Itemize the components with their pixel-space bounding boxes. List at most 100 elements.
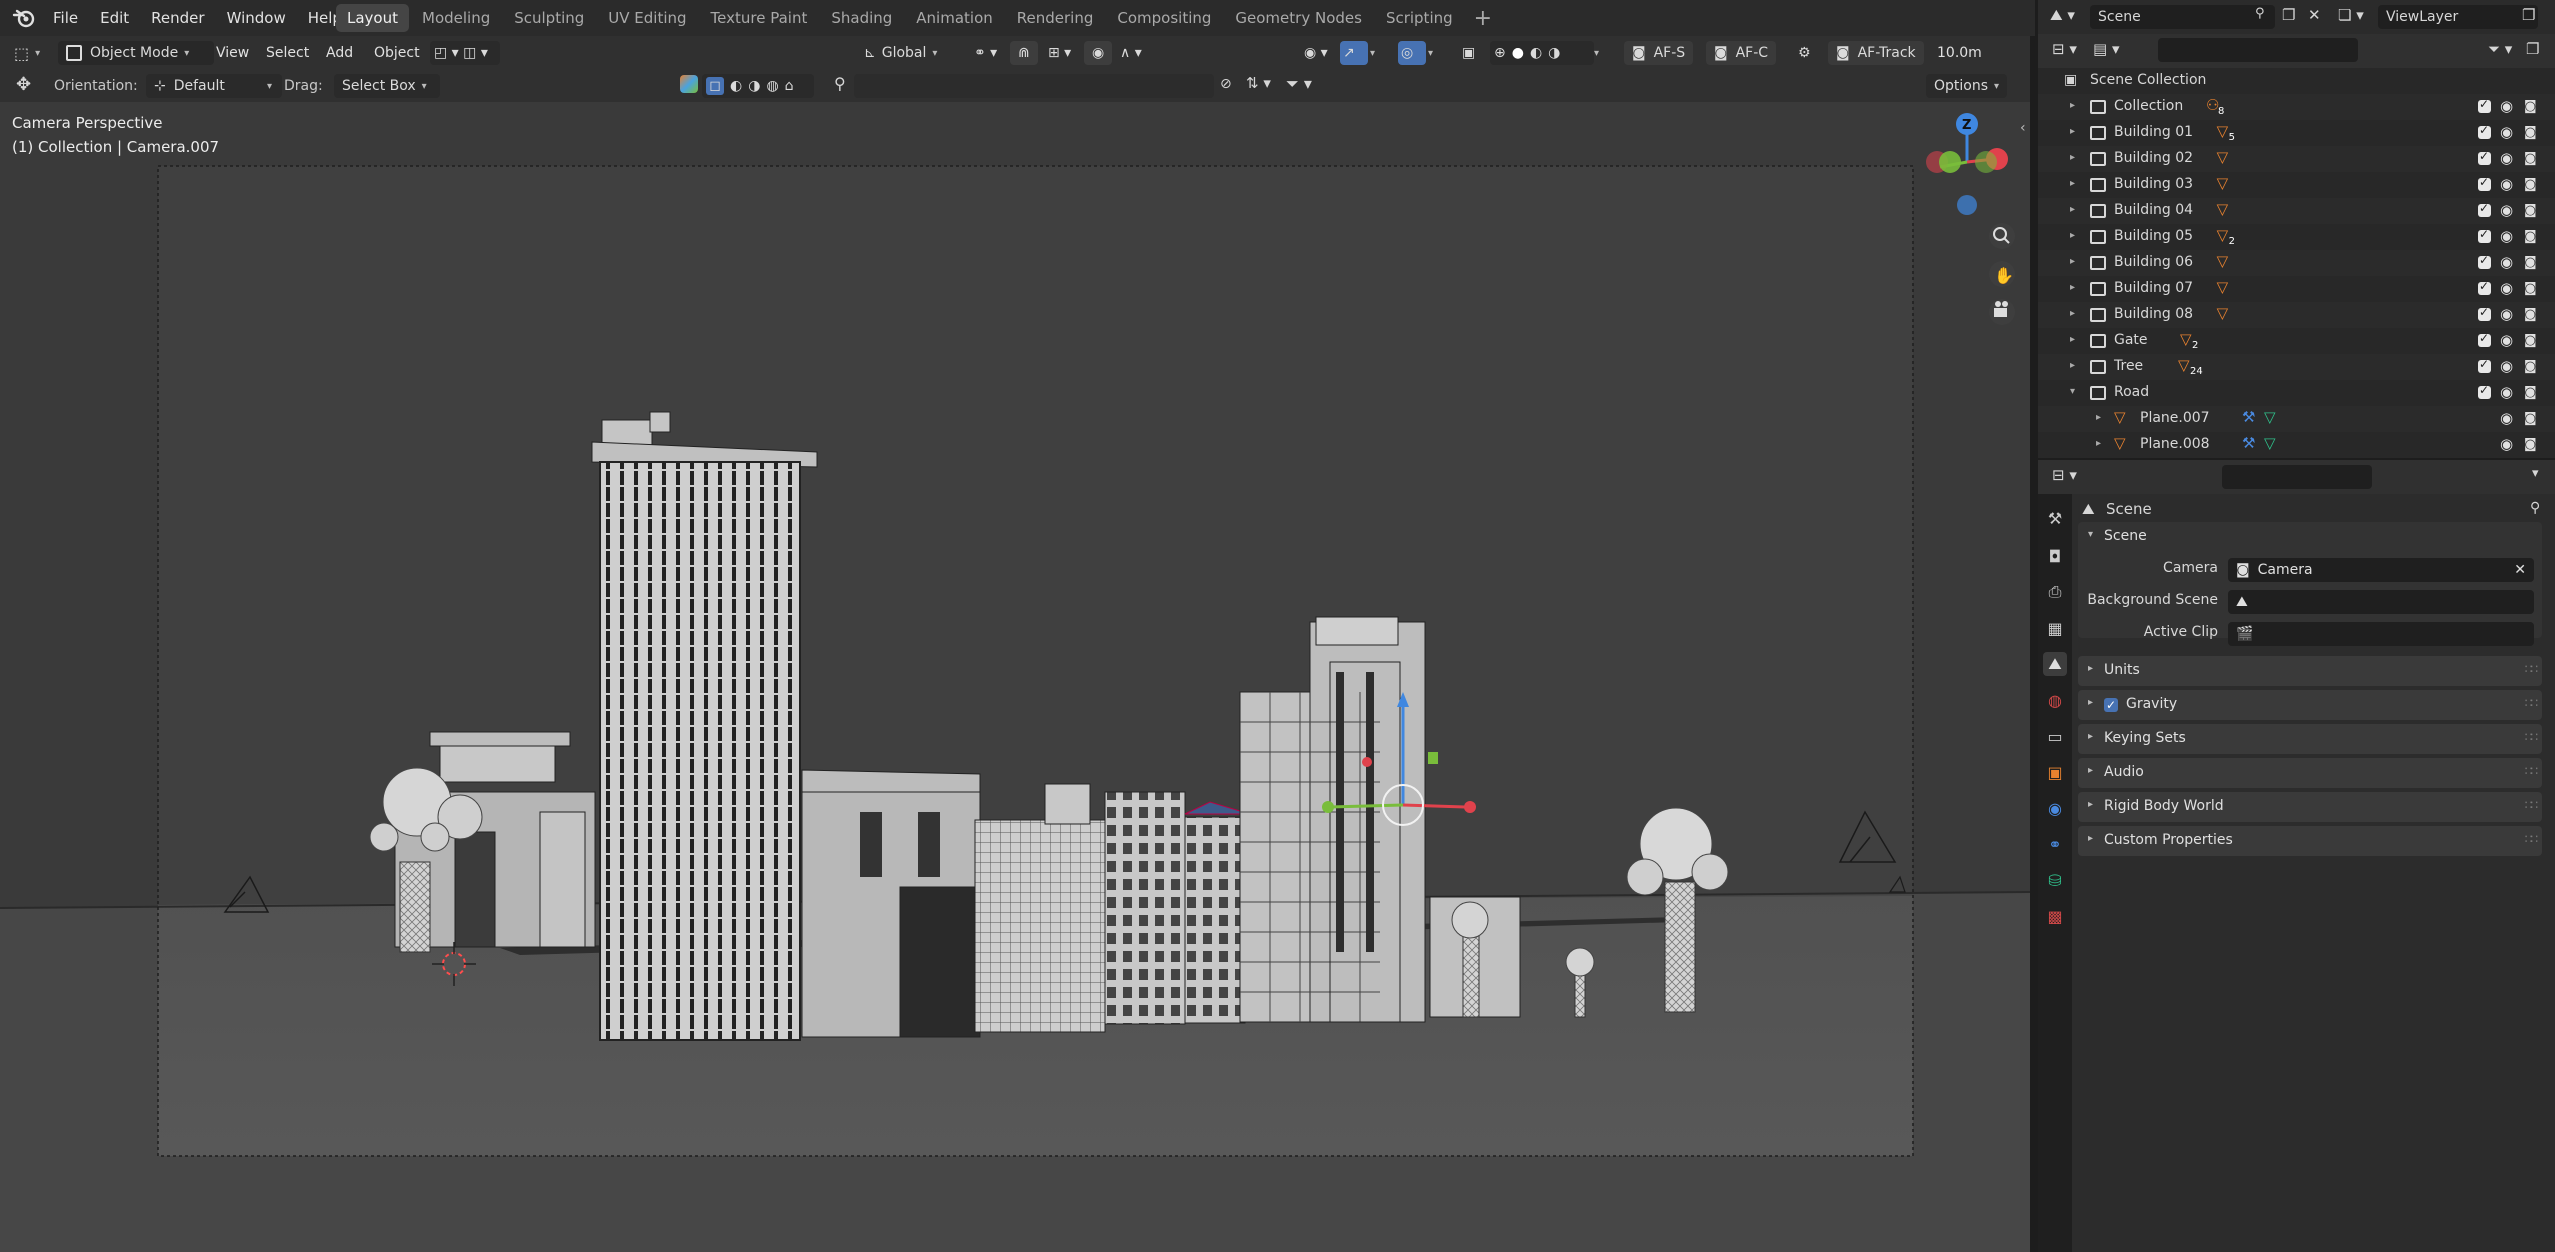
visibility-eye-icon[interactable]: ◉ [2500,357,2513,375]
af-s-button[interactable]: ◙ AF-S [1624,41,1694,65]
drag-handle-icon[interactable]: ∷∷ [2525,662,2538,676]
menu-object[interactable]: Object [374,41,420,65]
viewport-shading-mini[interactable]: ◻ ◐ ◑ ◍ ⌂ [702,74,814,98]
expand-closed-icon[interactable]: ▸ [2070,204,2075,215]
exclude-checkbox[interactable] [2478,383,2491,399]
menu-select[interactable]: Select [266,41,309,65]
outliner-row-building-05[interactable]: ▸ Building 05 ▽2 ◉ ◙ [2038,224,2555,250]
exclude-checkbox[interactable] [2478,331,2491,347]
drag-handle-icon[interactable]: ∷∷ [2525,730,2538,744]
outliner-search-input[interactable] [2158,38,2358,62]
viewlayer-icon[interactable]: ❏ ▾ [2338,6,2364,24]
physics-tab-icon[interactable]: ◉ [2043,796,2067,820]
tab-scripting[interactable]: Scripting [1375,4,1464,32]
drag-handle-icon[interactable]: ∷∷ [2525,696,2538,710]
outliner-filter-icon[interactable]: ⏷ ▾ [2488,40,2512,58]
visibility-dropdown[interactable]: ◉ ▾ [1296,41,1336,65]
visibility-eye-icon[interactable]: ◉ [2500,279,2513,297]
snap-target-dropdown[interactable]: ⊞ ▾ [1040,41,1079,65]
render-camera-icon[interactable]: ◙ [2524,255,2537,270]
active-clip-field[interactable]: 🎬 [2228,622,2534,646]
mesh-data-icon[interactable]: ▽ [2217,200,2229,218]
render-camera-icon[interactable]: ◙ [2524,437,2537,452]
render-camera-icon[interactable]: ◙ [2524,333,2537,348]
units-panel[interactable]: ▸ Units ∷∷ [2078,656,2542,686]
exclude-checkbox[interactable] [2478,175,2491,191]
menu-window[interactable]: Window [216,0,297,36]
pin-context-icon[interactable]: ⚲ [2530,500,2540,516]
collection-tab-icon[interactable]: ▭ [2043,724,2067,748]
tab-layout[interactable]: Layout [336,4,409,32]
expand-closed-icon[interactable]: ▸ [2070,126,2075,137]
orientation-dropdown[interactable]: ⊹ Default ▾ [146,74,282,98]
shading-mode-buttons[interactable]: ⊕ ● ◐ ◑ [1490,41,1594,65]
scene-collection-row[interactable]: ▣ Scene Collection [2038,68,2555,94]
pan-button[interactable]: ✋ [1989,261,2015,287]
scene-icon[interactable]: ⛰ ▾ [2050,6,2075,24]
camera-view-button[interactable] [1989,299,2015,325]
visibility-eye-icon[interactable]: ◉ [2500,149,2513,167]
outliner-row-gate[interactable]: ▸ Gate ▽2 ◉ ◙ [2038,328,2555,354]
af-c-button[interactable]: ◙ AF-C [1706,41,1777,65]
expand-closed-icon[interactable]: ▸ [2070,230,2075,241]
mesh-data-icon[interactable]: ▽ [2217,174,2229,192]
3d-viewport[interactable]: Z ✋ ‹ Camera Perspective (1) Collection … [0,102,2030,1252]
tab-animation[interactable]: Animation [905,4,1003,32]
scene-tab-icon[interactable]: ⛰ [2043,652,2067,676]
expand-closed-icon[interactable]: ▸ [2096,412,2101,423]
visibility-eye-icon[interactable]: ◉ [2500,123,2513,141]
modifier-icon[interactable]: ⚒ [2242,434,2255,452]
outliner-row-building-02[interactable]: ▸ Building 02 ▽ ◉ ◙ [2038,146,2555,172]
visibility-eye-icon[interactable]: ◉ [2500,227,2513,245]
expand-closed-icon[interactable]: ▸ [2070,360,2075,371]
editor-type-button[interactable]: ⬚ ▾ [10,41,44,65]
constraints-tab-icon[interactable]: ⚭ [2043,832,2067,856]
tall-tower-mesh[interactable] [591,411,818,1041]
scene-name-field[interactable]: Scene [2090,5,2275,29]
mesh-data-icon[interactable]: ▽ [2264,408,2276,426]
outliner-row-collection[interactable]: ▸Collection⚇8◉◙ [2038,94,2555,120]
box-building-mesh[interactable] [801,769,981,1038]
render-tab-icon[interactable]: ◘ [2043,544,2067,568]
expand-closed-icon[interactable]: ▸ [2070,256,2075,267]
modifier-icon[interactable]: ⚒ [2242,408,2255,426]
scene-panel-header[interactable]: ▾ Scene [2078,522,2542,552]
render-camera-icon[interactable]: ◙ [2524,281,2537,296]
new-viewlayer-icon[interactable]: ❐ [2522,6,2535,24]
af-settings-button[interactable]: ⚙ [1794,41,1815,65]
visibility-eye-icon[interactable]: ◉ [2500,253,2513,271]
gravity-panel[interactable]: ▸ ✓ Gravity ∷∷ [2078,690,2542,720]
visibility-eye-icon[interactable]: ◉ [2500,175,2513,193]
render-camera-icon[interactable]: ◙ [2524,385,2537,400]
outliner-row-tree[interactable]: ▸ Tree ▽24 ◉ ◙ [2038,354,2555,380]
overlays-toggle[interactable]: ◎ [1398,41,1426,65]
viewport-scene[interactable]: Z ✋ ‹ [0,102,2030,1252]
new-scene-icon[interactable]: ❐ [2282,6,2295,24]
sort-dropdown-icon[interactable]: ⇅ ▾ [1246,74,1271,92]
output-tab-icon[interactable]: ⎙ [2043,580,2067,604]
expand-closed-icon[interactable]: ▸ [2070,282,2075,293]
world-tab-icon[interactable]: ◍ [2043,688,2067,712]
tab-geometry-nodes[interactable]: Geometry Nodes [1224,4,1373,32]
tab-sculpting[interactable]: Sculpting [503,4,595,32]
object-tab-icon[interactable]: ▣ [2043,760,2067,784]
gizmo-dropdown[interactable]: ▾ [1366,41,1379,65]
outliner-row-plane-007[interactable]: ▸ ▽ Plane.007 ⚒ ▽ ◉ ◙ [2038,406,2555,432]
options-dropdown[interactable]: Options ▾ [1926,74,2008,98]
af-track-button[interactable]: ◙ AF-Track [1828,41,1924,65]
expand-closed-icon[interactable]: ▸ [2070,334,2075,345]
exclude-checkbox[interactable] [2478,227,2491,243]
visibility-eye-icon[interactable]: ◉ [2500,409,2513,427]
gravity-checkbox[interactable]: ✓ [2104,698,2118,712]
visibility-eye-icon[interactable]: ◉ [2500,331,2513,349]
tab-texture-paint[interactable]: Texture Paint [700,4,819,32]
mesh-data-icon[interactable]: ▽ [2217,278,2229,296]
exclude-checkbox[interactable] [2478,149,2491,165]
render-camera-icon[interactable]: ◙ [2524,177,2537,192]
camera-field[interactable]: ◙ Camera ✕ [2228,558,2534,582]
render-camera-icon[interactable]: ◙ [2524,411,2537,426]
properties-editor-icon[interactable]: ⊟ ▾ [2052,466,2077,484]
delete-scene-icon[interactable]: ✕ [2308,6,2321,24]
expand-closed-icon[interactable]: ▸ [2070,100,2075,111]
drag-handle-icon[interactable]: ∷∷ [2525,832,2538,846]
